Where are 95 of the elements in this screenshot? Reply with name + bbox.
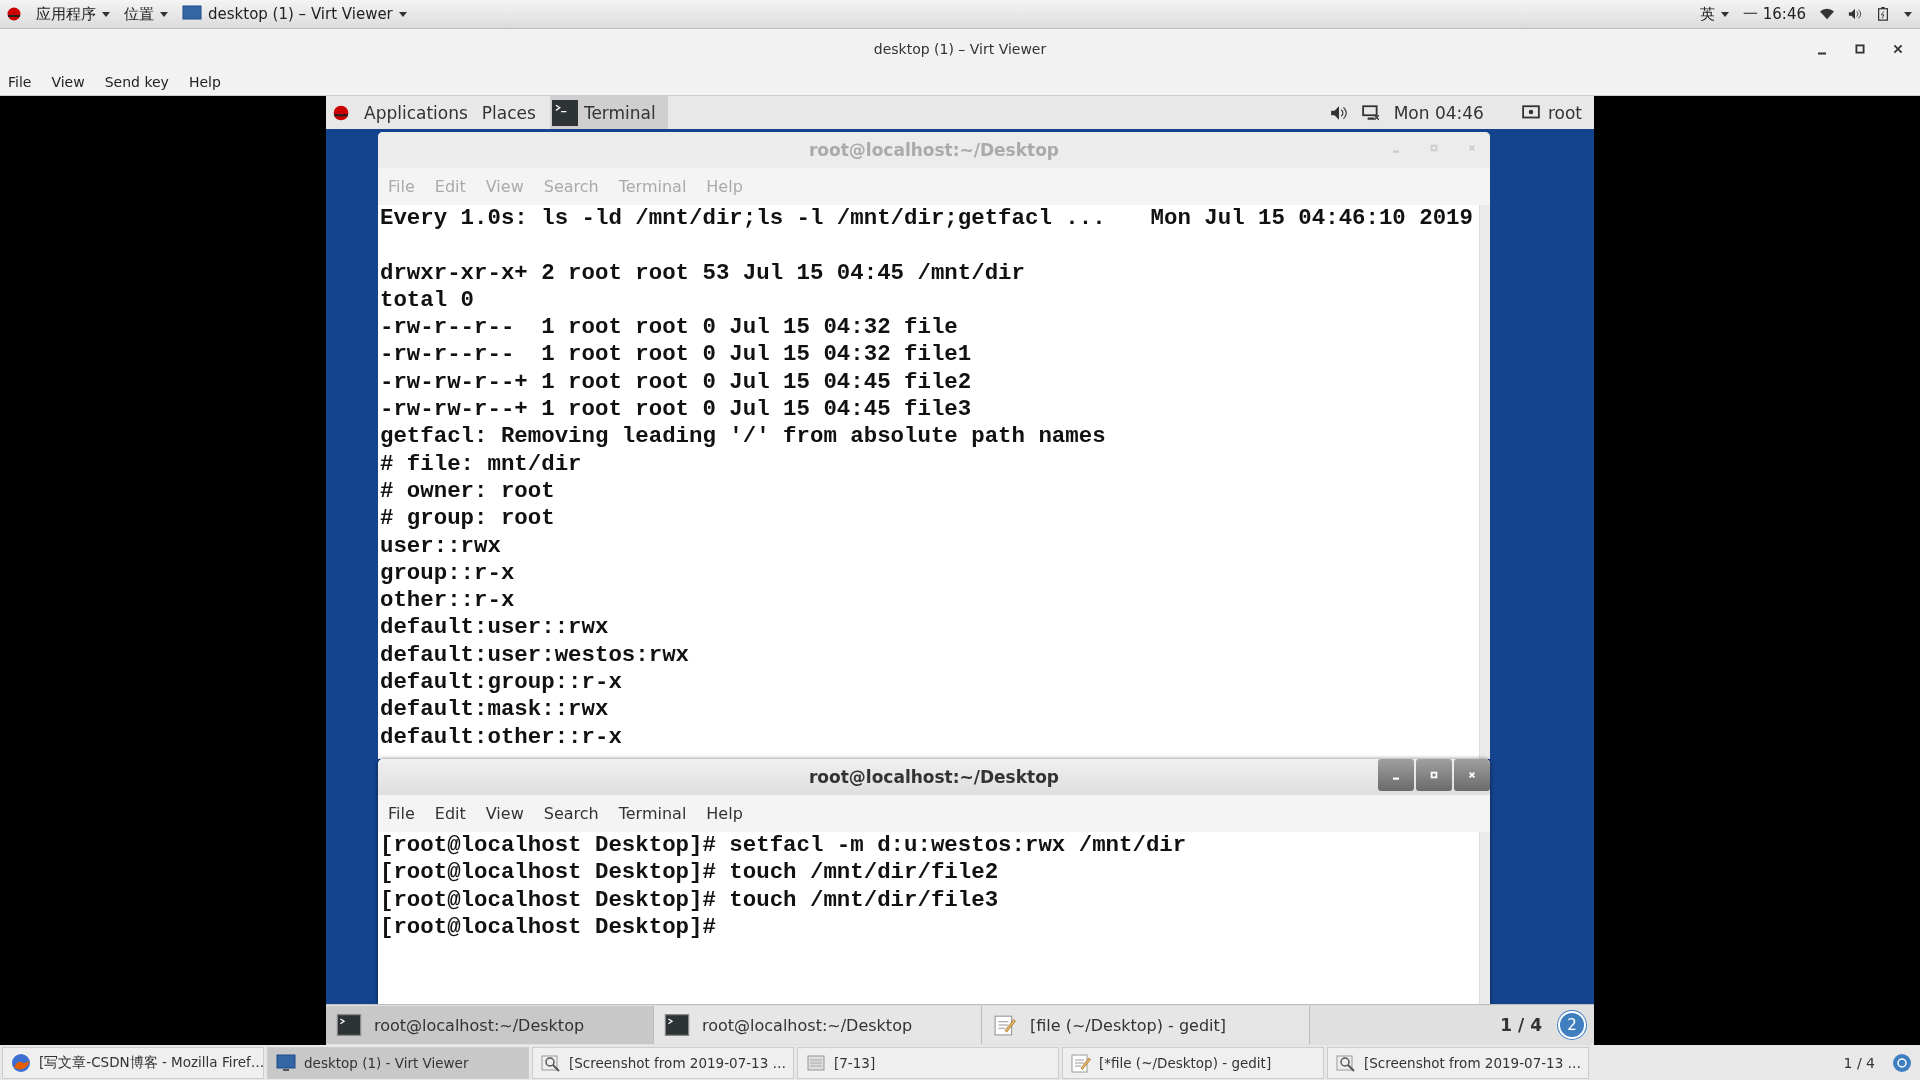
scrollbar[interactable]	[1479, 832, 1490, 1004]
menu-item[interactable]: Search	[543, 804, 599, 823]
terminal-line: user::rwx	[380, 532, 502, 560]
taskbar-item[interactable]: [file (~/Desktop) - gedit]	[982, 1006, 1310, 1044]
maximize-icon	[1854, 43, 1866, 55]
notification-icon[interactable]	[1892, 1052, 1912, 1073]
taskbar-item[interactable]: [7-13]	[797, 1046, 1059, 1079]
minimize-icon	[1393, 776, 1399, 780]
top-menu[interactable]: 位置	[124, 4, 168, 24]
terminal-line: [root@localhost Desktop]# setfacl -m d:u:westos:rwx /mnt/dir	[380, 832, 1188, 860]
input-method-menu[interactable]: 英	[1700, 4, 1729, 24]
notification-badge[interactable]: 2	[1558, 1011, 1586, 1039]
menu-item[interactable]: Help	[706, 804, 743, 823]
terminal-line: # owner: root	[380, 477, 556, 506]
hat-icon	[6, 7, 22, 21]
volume-icon	[1848, 7, 1862, 21]
caret-icon	[1721, 11, 1729, 17]
taskbar-item[interactable]: [*file (~/Desktop) - gedit]	[1062, 1046, 1324, 1079]
menu-item[interactable]: Terminal	[618, 804, 687, 823]
terminal-line: [root@localhost Desktop]# touch /mnt/dir/file2	[380, 859, 1000, 887]
taskbar-item[interactable]: [写文章-CSDN博客 - Mozilla Firef…	[2, 1046, 264, 1079]
terminal-line: Every 1.0s: ls -ld /mnt/dir;ls -l /mnt/dir;getfacl ...	[380, 205, 1106, 233]
menu-item[interactable]: File	[8, 73, 32, 90]
terminal-icon	[664, 1014, 690, 1036]
close-icon	[1892, 43, 1904, 55]
window-icon	[806, 1052, 826, 1073]
maximize-icon	[1428, 142, 1440, 154]
window-menu[interactable]: desktop (1) – Virt Viewer	[182, 4, 407, 24]
terminal-line: total 0	[380, 286, 476, 315]
terminal-line: [root@localhost Desktop]# touch /mnt/dir/file3	[380, 886, 1000, 914]
menu-item[interactable]: Send key	[104, 73, 169, 90]
caret-icon	[160, 11, 168, 17]
terminal-line: # file: mnt/dir	[380, 450, 583, 478]
text-editor-icon	[1071, 1052, 1091, 1073]
menu-item[interactable]: View	[51, 73, 85, 90]
top-menu[interactable]: Applications	[364, 102, 468, 123]
caret-icon	[1904, 11, 1912, 17]
terminal-line: default:user:westos:rwx	[380, 641, 691, 670]
window-title: root@localhost:~/Desktop	[808, 140, 1060, 160]
taskbar-item[interactable]: root@localhost:~/Desktop	[326, 1006, 654, 1044]
maximize-icon	[1428, 769, 1440, 781]
terminal-line: default:group::r-x	[380, 669, 623, 697]
top-menu[interactable]: Places	[481, 102, 536, 123]
monitor-icon	[276, 1052, 296, 1073]
terminal-line: default:mask::rwx	[380, 696, 610, 724]
taskbar-item[interactable]: [Screenshot from 2019-07-13 …	[1327, 1046, 1589, 1079]
workspace-indicator[interactable]: 1 / 4	[1500, 1015, 1542, 1035]
battery-icon	[1876, 7, 1890, 21]
scrollbar[interactable]	[1479, 205, 1490, 759]
terminal-line: group::r-x	[380, 559, 516, 588]
volume-icon	[1329, 104, 1348, 121]
menu-item[interactable]: Edit	[434, 804, 466, 823]
terminal-icon	[551, 98, 578, 127]
menu-item[interactable]: File	[388, 804, 415, 823]
close-button[interactable]	[1454, 759, 1490, 791]
taskbar-item[interactable]: root@localhost:~/Desktop	[654, 1006, 982, 1044]
terminal-line: default:other::r-x	[380, 723, 623, 751]
workspace-indicator[interactable]: 1 / 4	[1843, 1054, 1875, 1071]
terminal-line: other::r-x	[380, 587, 516, 615]
minimize-icon	[1393, 149, 1399, 153]
wifi-icon	[1820, 7, 1834, 21]
text-editor-icon	[992, 1014, 1018, 1036]
menu-item[interactable]: Help	[188, 73, 221, 90]
terminal-line: # group: root	[380, 505, 556, 533]
terminal-line: getfacl: Removing leading '/' from absolute path names	[380, 423, 1107, 451]
terminal-line: drwxr-xr-x+ 2 root root 53 Jul 15 04:45 /mnt/dir	[380, 259, 1026, 287]
close-icon	[1466, 769, 1478, 781]
terminal-line: -rw-rw-r--+ 1 root root 0 Jul 15 04:45 file3	[380, 396, 973, 424]
clock: Mon 04:46	[1393, 102, 1484, 123]
user-menu[interactable]: root	[1521, 102, 1582, 123]
caret-icon	[398, 11, 407, 17]
app-menu[interactable]: Terminal	[549, 96, 668, 129]
terminal-line: default:user::rwx	[380, 614, 610, 642]
top-menu[interactable]: 应用程序	[36, 4, 110, 24]
taskbar-item[interactable]: [Screenshot from 2019-07-13 …	[532, 1046, 794, 1079]
terminal-line: -rw-rw-r--+ 1 root root 0 Jul 15 04:45 file2	[380, 368, 973, 397]
minimize-button[interactable]	[1378, 759, 1414, 791]
network-icon	[1361, 104, 1380, 121]
terminal-line: Mon Jul 15 04:46:10 2019	[1150, 205, 1473, 233]
clock: 一 16:46	[1743, 4, 1806, 24]
terminal-line: -rw-r--r-- 1 root root 0 Jul 15 04:32 file1	[380, 341, 973, 369]
terminal-line: [root@localhost Desktop]#	[380, 913, 717, 942]
terminal-icon	[336, 1014, 362, 1036]
window-title: desktop (1) – Virt Viewer	[873, 40, 1047, 57]
browser-icon	[11, 1052, 31, 1073]
menu-item[interactable]: View	[485, 804, 524, 823]
window-title: root@localhost:~/Desktop	[808, 767, 1060, 787]
close-icon	[1466, 142, 1478, 154]
caret-icon	[102, 11, 110, 17]
magnifier-icon	[1336, 1052, 1356, 1073]
minimize-icon	[1818, 51, 1826, 55]
terminal-line: -rw-r--r-- 1 root root 0 Jul 15 04:32 file	[380, 314, 959, 342]
taskbar-item[interactable]: desktop (1) - Virt Viewer	[267, 1046, 529, 1079]
magnifier-icon	[541, 1052, 561, 1073]
hat-icon	[332, 104, 350, 121]
